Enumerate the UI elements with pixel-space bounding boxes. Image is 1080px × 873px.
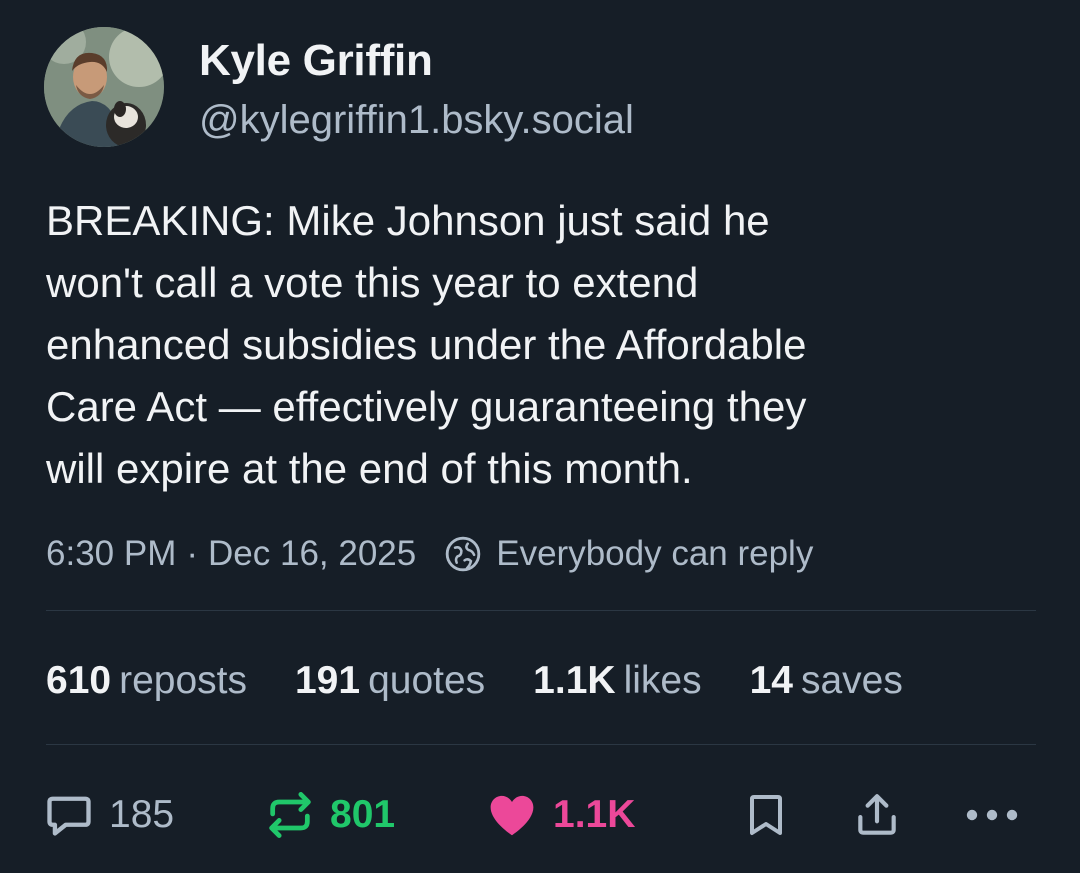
post-time: 6:30 PM: [46, 534, 177, 573]
share-icon: [858, 794, 896, 835]
heart-icon: [490, 795, 534, 836]
stat-reposts[interactable]: 610 reposts: [46, 659, 247, 703]
reply-setting[interactable]: Everybody can reply: [496, 534, 813, 574]
avatar-photo: [44, 27, 164, 147]
stat-saves[interactable]: 14 saves: [750, 659, 903, 703]
author-display-name[interactable]: Kyle Griffin: [199, 36, 433, 86]
meta-separator: ·: [186, 534, 199, 573]
divider: [46, 610, 1036, 611]
stat-likes[interactable]: 1.1K likes: [533, 659, 701, 703]
bookmark-icon: [750, 795, 782, 835]
reply-icon: [47, 796, 91, 836]
more-options-button[interactable]: [962, 785, 1022, 845]
post-text-line: won't call a vote this year to extend: [46, 259, 699, 306]
repost-button[interactable]: 801: [264, 785, 395, 845]
post-text-line: Care Act — effectively guaranteeing they: [46, 383, 807, 430]
bookmark-button[interactable]: [742, 785, 790, 845]
post-text-line: will expire at the end of this month.: [46, 445, 693, 492]
engagement-stats: 610 reposts 191 quotes 1.1K likes 14 saves: [46, 656, 951, 706]
post-text: BREAKING: Mike Johnson just said he won'…: [46, 190, 1046, 500]
divider: [46, 744, 1036, 745]
post-text-line: BREAKING: Mike Johnson just said he: [46, 197, 770, 244]
repost-icon: [269, 792, 311, 838]
post-detail: Kyle Griffin @kylegriffin1.bsky.social B…: [0, 0, 1080, 873]
post-date: Dec 16, 2025: [208, 534, 417, 573]
reply-count: 185: [109, 793, 175, 836]
stat-quotes[interactable]: 191 quotes: [295, 659, 485, 703]
more-icon: [966, 809, 1018, 821]
author-handle[interactable]: @kylegriffin1.bsky.social: [199, 98, 634, 143]
like-count: 1.1K: [553, 793, 636, 836]
reply-button[interactable]: 185: [43, 785, 174, 845]
action-bar: 185 801 1.1K: [0, 785, 1080, 845]
repost-count: 801: [330, 793, 396, 836]
post-meta: 6:30 PM · Dec 16, 2025 Everybody can rep…: [46, 532, 813, 576]
post-text-line: enhanced subsidies under the Affordable: [46, 321, 807, 368]
globe-icon: [445, 536, 481, 572]
like-button[interactable]: 1.1K: [485, 785, 635, 845]
share-button[interactable]: [852, 785, 902, 845]
avatar[interactable]: [44, 27, 164, 147]
